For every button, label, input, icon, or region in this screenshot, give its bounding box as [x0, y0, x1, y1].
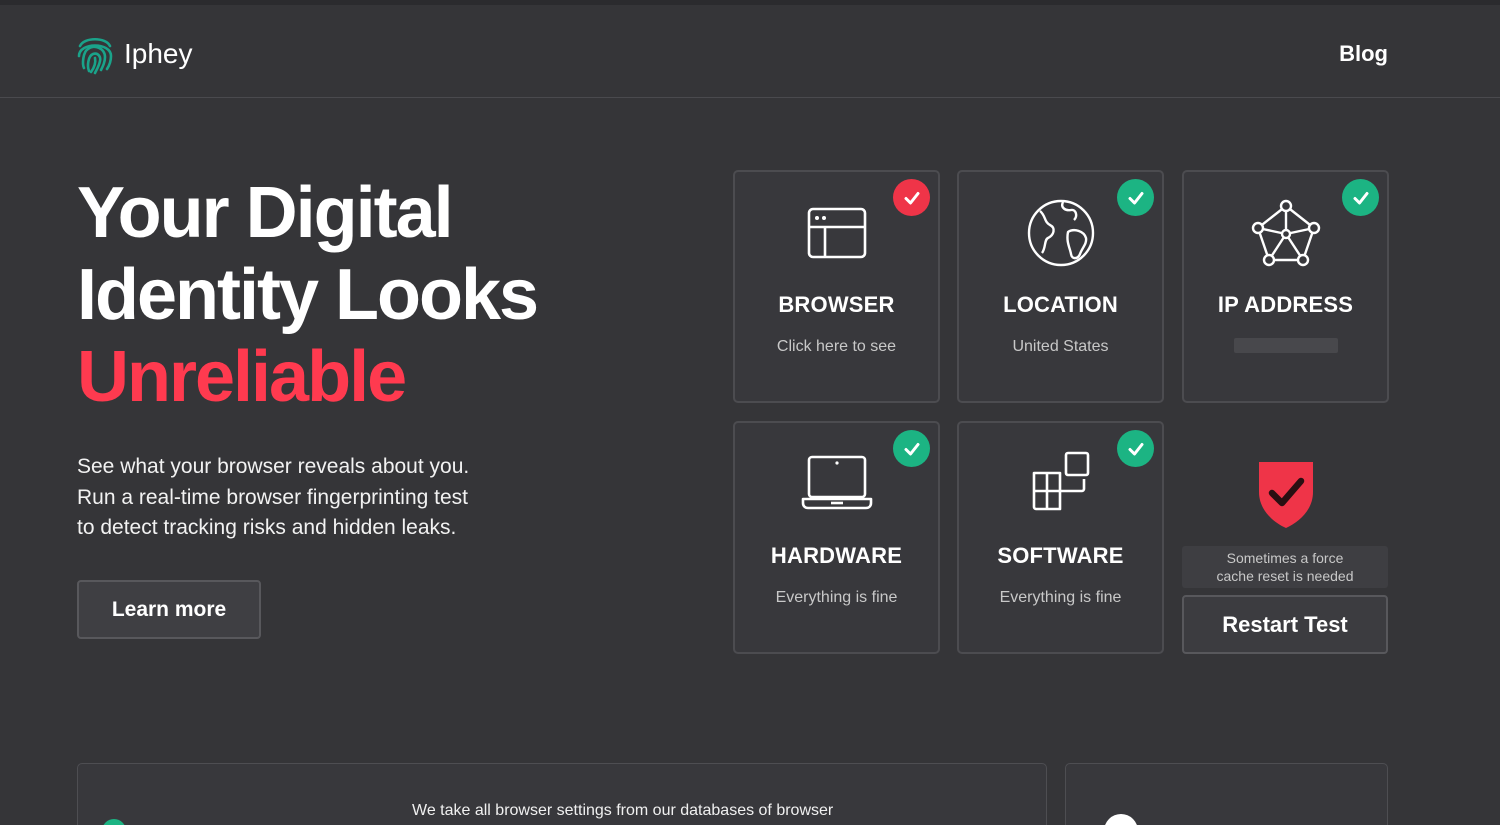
cache-note-line-2: cache reset is needed [1216, 568, 1354, 584]
card-subtitle: United States [1012, 338, 1109, 355]
cache-reset-note: Sometimes a force cache reset is needed [1182, 546, 1388, 588]
shield-check-icon [1255, 456, 1317, 535]
card-title: IP ADDRESS [1217, 292, 1354, 317]
hero-description-line-1: See what your browser reveals about you. [77, 455, 470, 478]
fingerprint-icon [76, 32, 114, 76]
apps-icon [959, 449, 1162, 513]
hero-title: Your Digital Identity Looks Unreliable [77, 172, 677, 418]
laptop-icon [735, 449, 938, 513]
browser-window-icon [735, 198, 938, 262]
network-icon [1184, 198, 1387, 268]
logo[interactable]: Iphey [76, 32, 193, 76]
card-location[interactable]: LOCATION United States [957, 170, 1164, 403]
card-title: BROWSER [778, 292, 895, 317]
card-subtitle: Everything is fine [999, 589, 1122, 606]
globe-icon [959, 198, 1162, 268]
masked-ip-value [1233, 338, 1338, 353]
site-header: Iphey Blog [0, 5, 1500, 98]
info-panel: We take all browser settings from our da… [77, 763, 1047, 825]
hero-description-line-2: Run a real-time browser fingerprinting t… [77, 485, 469, 509]
hero-description: See what your browser reveals about you.… [77, 452, 497, 544]
nav-blog-link[interactable]: Blog [1339, 41, 1388, 67]
brand-name: Iphey [124, 38, 193, 69]
card-title: HARDWARE [770, 543, 903, 568]
avatar-icon [1104, 814, 1138, 825]
result-shield [1182, 456, 1389, 535]
hero-title-accent: Unreliable [77, 337, 407, 417]
card-subtitle: Everything is fine [775, 589, 898, 606]
card-title: LOCATION [1003, 292, 1118, 317]
hero-description-line-3: to detect tracking risks and hidden leak… [77, 516, 457, 539]
card-software[interactable]: SOFTWARE Everything is fine [957, 421, 1164, 654]
restart-test-button[interactable]: Restart Test [1182, 595, 1388, 654]
learn-more-button[interactable]: Learn more [77, 580, 261, 639]
side-panel [1065, 763, 1388, 825]
card-ip-address[interactable]: IP ADDRESS [1182, 170, 1389, 403]
card-hardware[interactable]: HARDWARE Everything is fine [733, 421, 940, 654]
hero-title-line-2: Identity Looks [77, 255, 539, 335]
info-panel-text: We take all browser settings from our da… [412, 802, 834, 819]
card-browser[interactable]: BROWSER Click here to see [733, 170, 940, 403]
card-subtitle: Click here to see [776, 338, 897, 355]
cache-note-line-1: Sometimes a force [1226, 550, 1344, 566]
card-title: SOFTWARE [997, 543, 1124, 568]
status-dot [102, 819, 126, 825]
hero-title-line-1: Your Digital [77, 173, 454, 253]
